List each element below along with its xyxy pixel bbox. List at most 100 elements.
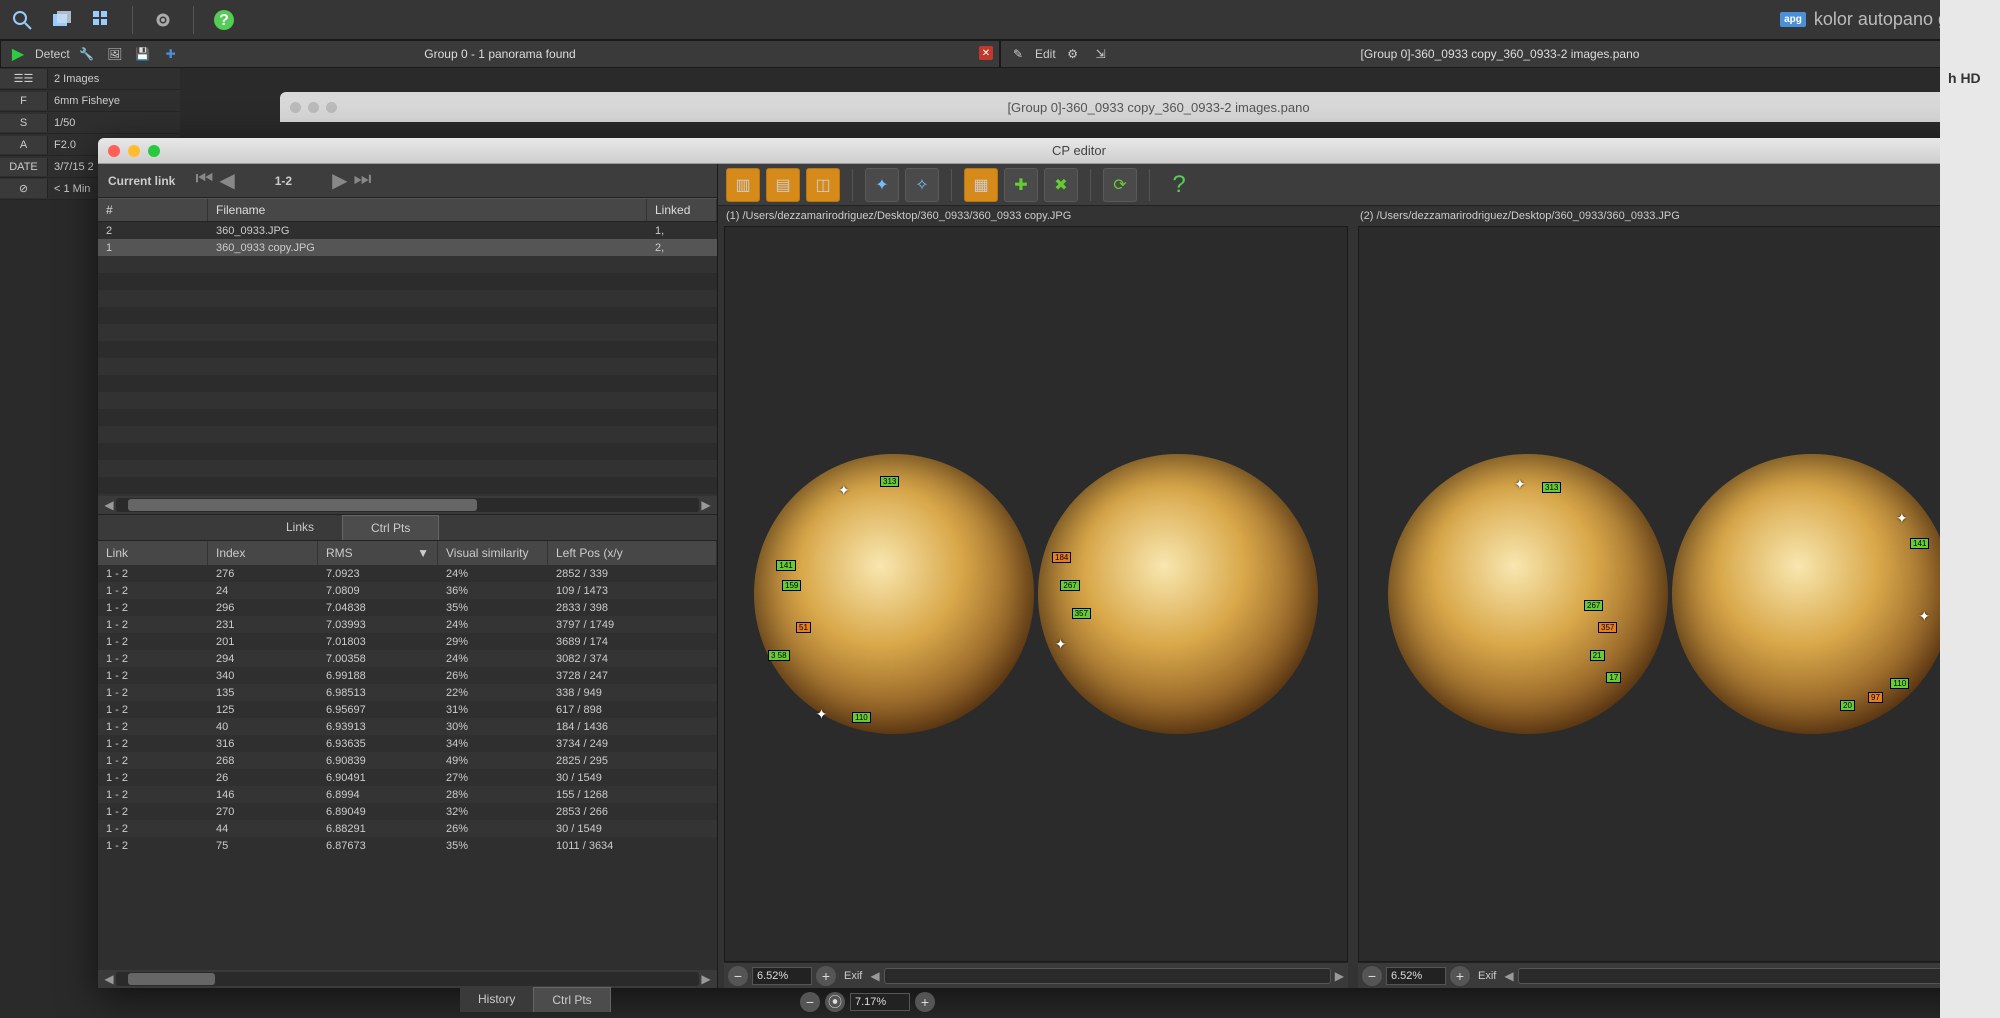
document-tabbar: [Group 0]-360_0933 copy_360_0933-2 image… [280,92,1970,122]
h-scrollbar[interactable]: ◀▶ [98,496,717,514]
cp-window-title: CP editor [170,143,1988,158]
table-row[interactable]: 1 - 2756.8767335%1011 / 3634 [98,837,717,854]
tab-ctrl-pts[interactable]: Ctrl Pts [533,987,610,1012]
col-left-pos[interactable]: Left Pos (x/y [548,541,717,565]
prev-icon[interactable]: ◀ [219,168,234,193]
next-icon[interactable]: ▶ [332,168,347,193]
table-row[interactable]: 2 360_0933.JPG 1, [98,222,717,239]
h-scrollbar[interactable] [1518,968,1965,984]
grid-icon[interactable] [88,6,116,34]
tab-links[interactable]: Links [258,515,342,540]
add-images-icon[interactable]: 🖼 [104,43,126,65]
h-scrollbar[interactable] [884,968,1331,984]
gear-icon[interactable] [149,6,177,34]
col-link[interactable]: Link [98,541,208,565]
h-scrollbar[interactable]: ◀▶ [98,970,717,988]
gear-b-icon[interactable]: ✧ [905,168,939,202]
table-row[interactable]: 1 - 22967.0483835%2833 / 398 [98,599,717,616]
meta-key: F [0,92,48,110]
table-row[interactable]: 1 - 23166.9363534%3734 / 249 [98,735,717,752]
gear-icon[interactable]: ⚙ [1062,43,1084,65]
zoom-out-icon[interactable]: − [728,966,748,986]
table-row[interactable]: 1 - 22706.8904932%2853 / 266 [98,803,717,820]
table-row[interactable]: 1 - 21356.9851322%338 / 949 [98,684,717,701]
cp-right-panel: ▥ ▤ ◫ ✦ ✧ ▦ ✚ ✖ ⟳ ? (1) /Users/dezzamari… [718,164,1988,988]
magnifier-icon[interactable] [8,6,36,34]
zoom-out-icon[interactable]: − [800,992,820,1012]
play-icon[interactable]: ▶ [7,43,29,65]
col-linked[interactable]: Linked [647,199,717,221]
help-icon[interactable]: ? [1162,168,1196,202]
table-empty [98,256,717,496]
save-images-icon[interactable]: 💾 [132,43,154,65]
table-row[interactable]: 1 - 2406.9391330%184 / 1436 [98,718,717,735]
table-row[interactable]: 1 - 21256.9569731%617 / 898 [98,701,717,718]
link-index: 1-2 [275,174,292,188]
viewer-canvas[interactable]: 159141 513 58 ✦313 ✦110 184267 357✦ [724,226,1348,962]
table-row[interactable]: 1 - 2266.9049127%30 / 1549 [98,769,717,786]
detect-label[interactable]: Detect [35,47,70,61]
close-icon[interactable]: ✕ [979,46,993,60]
meta-key: ☰☰ [0,69,48,88]
window-zoom-icon[interactable] [148,145,160,157]
zoom-in-icon[interactable]: + [1450,966,1470,986]
layout-b-icon[interactable]: ▤ [766,168,800,202]
zoom-out-icon[interactable]: − [1362,966,1382,986]
meta-val: 3/7/15 2 [48,161,94,173]
cp-editor-window: CP editor Current link ⏮ ◀ 1-2 ▶ ⏭ # Fil… [98,138,1988,988]
next-fast-icon[interactable]: ⏭ [353,168,371,193]
export-icon[interactable]: ⇲ [1090,43,1112,65]
zoom-reset-icon[interactable]: ⦿ [825,992,845,1012]
window-close-icon[interactable] [108,145,120,157]
table-row[interactable]: 1 - 2247.080936%109 / 1473 [98,582,717,599]
zoom-field[interactable] [752,967,812,985]
tab-history[interactable]: History [460,987,533,1012]
exif-label[interactable]: Exif [1478,970,1496,982]
window-minimize-icon[interactable] [128,145,140,157]
cp-table-body: 1 - 22767.092324%2852 / 3391 - 2247.0809… [98,565,717,970]
gear-a-icon[interactable]: ✦ [865,168,899,202]
hd-label: h HD [1948,70,1981,86]
prev-fast-icon[interactable]: ⏮ [195,168,213,193]
col-filename[interactable]: Filename [208,199,647,221]
layout-a-icon[interactable]: ▥ [726,168,760,202]
table-row[interactable]: 1 - 2446.8829126%30 / 1549 [98,820,717,837]
viewer-footer: − + Exif ◀▶ [724,962,1348,988]
table-row[interactable]: 1 - 21466.899428%155 / 1268 [98,786,717,803]
wrench-icon[interactable]: 🔧 [76,43,98,65]
col-visual-similarity[interactable]: Visual similarity [438,541,548,565]
tab-ctrl-pts[interactable]: Ctrl Pts [342,515,439,540]
table-row[interactable]: 1 - 22767.092324%2852 / 339 [98,565,717,582]
col-number[interactable]: # [98,199,208,221]
plugin-icon[interactable]: ✚ [160,43,182,65]
images-icon[interactable] [48,6,76,34]
edit-icon[interactable]: ✎ [1007,43,1029,65]
col-rms[interactable]: RMS ▼ [318,541,438,565]
table-row[interactable]: 1 - 23406.9918826%3728 / 247 [98,667,717,684]
col-index[interactable]: Index [208,541,318,565]
table-row[interactable]: 1 360_0933 copy.JPG 2, [98,239,717,256]
edit-title: [Group 0]-360_0933 copy_360_0933-2 image… [1361,47,1640,61]
select-icon[interactable]: ▦ [964,168,998,202]
zoom-in-icon[interactable]: + [816,966,836,986]
zoom-in-icon[interactable]: + [915,992,935,1012]
remove-cp-icon[interactable]: ✖ [1044,168,1078,202]
viewer-canvas[interactable]: ✦313 267357 2117 141✦ 11097 20✦ [1358,226,1982,962]
layout-c-icon[interactable]: ◫ [806,168,840,202]
edit-panel: ✎ Edit ⚙ ⇲ [Group 0]-360_0933 copy_360_0… [1000,40,2000,68]
optimize-icon[interactable]: ⟳ [1103,168,1137,202]
table-row[interactable]: 1 - 22947.0035824%3082 / 374 [98,650,717,667]
zoom-field[interactable] [850,993,910,1011]
edit-label[interactable]: Edit [1035,47,1056,61]
add-cp-icon[interactable]: ✚ [1004,168,1038,202]
meta-val: 6mm Fisheye [48,95,120,107]
cp-titlebar[interactable]: CP editor [98,138,1988,164]
meta-key: ⊘ [0,179,48,198]
zoom-field[interactable] [1386,967,1446,985]
meta-key: S [0,114,48,132]
exif-label[interactable]: Exif [844,970,862,982]
table-row[interactable]: 1 - 22317.0399324%3797 / 1749 [98,616,717,633]
help-icon[interactable]: ? [210,6,238,34]
table-row[interactable]: 1 - 22686.9083949%2825 / 295 [98,752,717,769]
table-row[interactable]: 1 - 22017.0180329%3689 / 174 [98,633,717,650]
